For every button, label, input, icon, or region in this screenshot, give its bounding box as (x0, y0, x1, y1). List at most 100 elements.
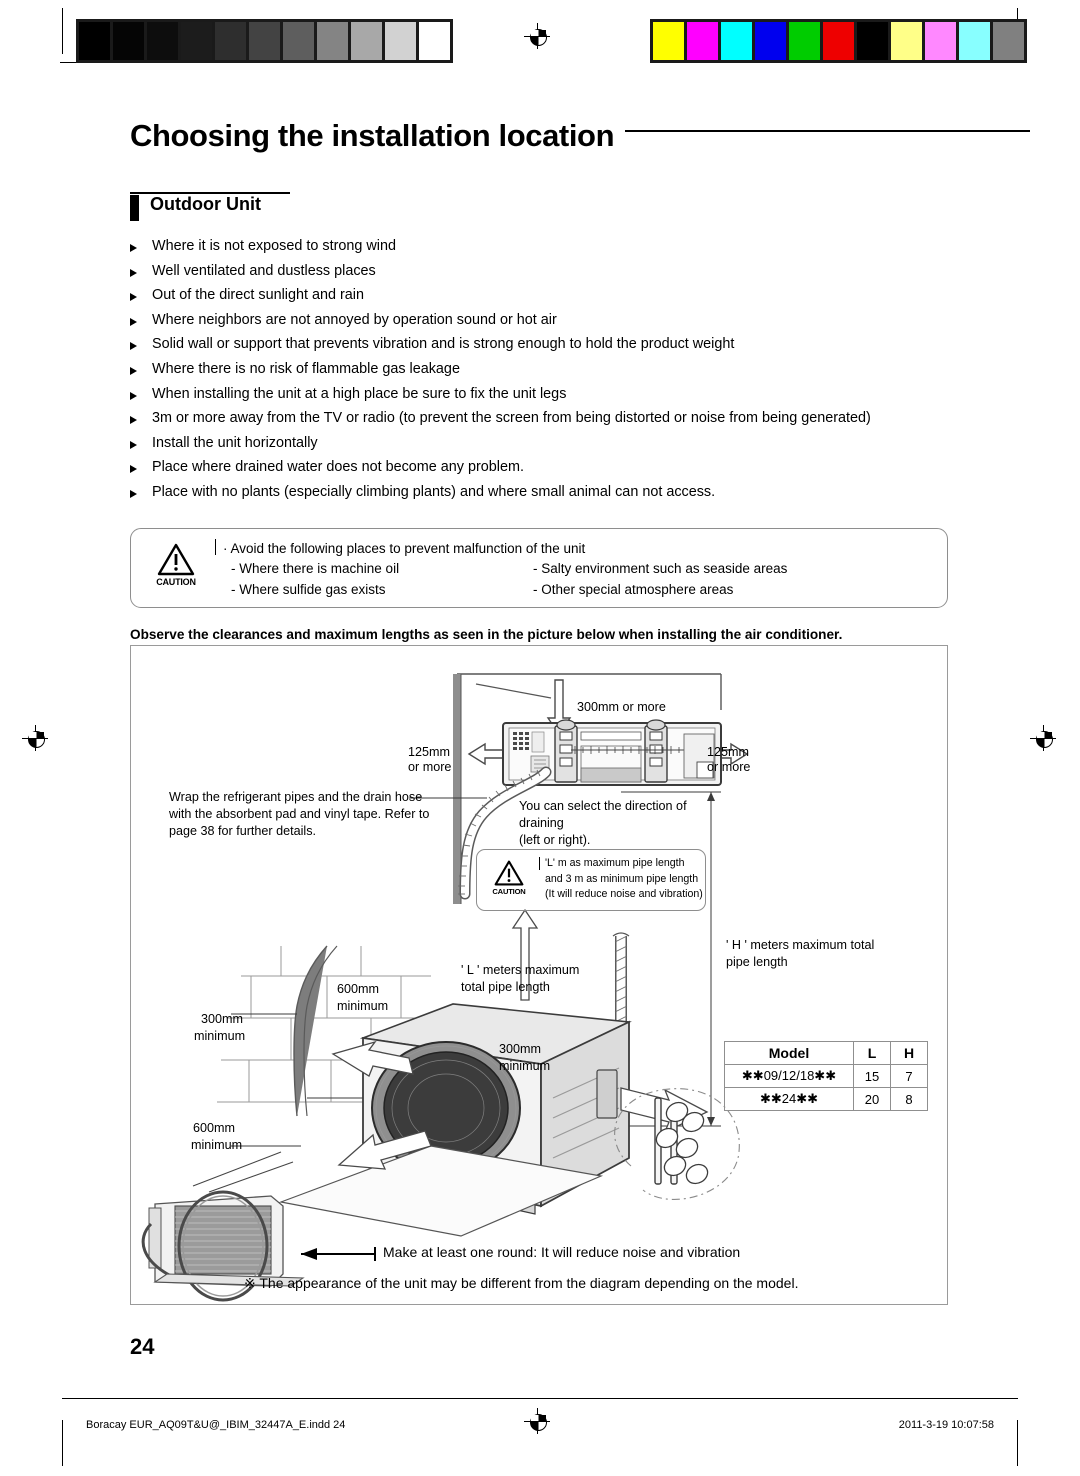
requirement-item: Place with no plants (especially climbin… (130, 484, 1010, 509)
page-title: Choosing the installation location (130, 118, 615, 153)
caution-left-2: - Where sulfide gas exists (231, 582, 386, 597)
color-swatch (687, 22, 718, 60)
color-calibration-bar (650, 19, 1027, 63)
registration-mark-top (524, 23, 550, 49)
caution-left-1: - Where there is machine oil (231, 561, 400, 576)
color-swatch (857, 22, 888, 60)
requirement-item: Where there is no risk of flammable gas … (130, 361, 1010, 386)
note-wrap-pipes-line3: page 38 for further details. (169, 824, 317, 838)
caution-right-2: - Other special atmosphere areas (533, 582, 734, 597)
label-H-pipe-length-line1: ' H ' meters maximum total (726, 938, 875, 952)
requirement-text: 3m or more away from the TV or radio (to… (152, 410, 871, 427)
table-row: ✱✱24✱✱ 20 8 (724, 1087, 928, 1111)
requirement-text: Well ventilated and dustless places (152, 262, 376, 279)
table-cell: ✱✱09/12/18✱✱ (724, 1064, 854, 1088)
label-H-pipe-length-line2: pipe length (726, 955, 788, 969)
note-wrap-pipes-line2: with the absorbent pad and vinyl tape. R… (169, 807, 430, 821)
note-appearance-disclaimer: ※ The appearance of the unit may be diff… (244, 1275, 799, 1291)
table-header-cell: Model (724, 1041, 854, 1065)
bullet-triangle-icon (130, 317, 137, 326)
registration-mark-bottom (524, 1408, 550, 1434)
table-cell: 7 (890, 1064, 928, 1088)
table-cell: ✱✱24✱✱ (724, 1087, 854, 1111)
label-clearance-left-line2: or more (408, 760, 452, 774)
color-swatch (653, 22, 684, 60)
label-600mm-top-line1: 600mm (337, 982, 379, 996)
requirement-text: Solid wall or support that prevents vibr… (152, 336, 735, 353)
table-cell: 8 (890, 1087, 928, 1111)
caution-text: · Avoid the following places to prevent … (223, 539, 787, 601)
requirement-item: 3m or more away from the TV or radio (to… (130, 410, 1010, 435)
warning-triangle-icon (157, 543, 195, 576)
label-600mm-top-line2: minimum (337, 999, 389, 1013)
note-drain-direction-line2: draining (519, 816, 564, 830)
grayscale-swatch (385, 22, 416, 60)
note-drain-direction-line1: You can select the direction of (519, 799, 687, 813)
pipe-caution-line2: and 3 m as minimum pipe length (545, 872, 699, 885)
caution-symbol: CAUTION (145, 543, 207, 587)
pipe-length-caution-box: CAUTION 'L' m as maximum pipe length and… (476, 849, 706, 911)
label-300mm-left-line1: 300mm (201, 1012, 243, 1026)
color-swatch (993, 22, 1024, 60)
bullet-triangle-icon (130, 391, 137, 400)
requirement-item: When installing the unit at a high place… (130, 386, 1010, 411)
model-specification-table: Model L H ✱✱09/12/18✱✱ 15 7 ✱✱24✱✱ 20 8 (724, 1041, 928, 1111)
requirement-text: Where there is no risk of flammable gas … (152, 360, 460, 377)
bullet-triangle-icon (130, 440, 137, 449)
requirement-item: Where neighbors are not annoyed by opera… (130, 312, 1010, 337)
caution-row-2: - Where sulfide gas exists - Other speci… (223, 580, 733, 601)
bullet-triangle-icon (130, 366, 137, 375)
label-600mm-bottom-line2: minimum (191, 1138, 243, 1152)
color-swatch (891, 22, 922, 60)
note-wrap-pipes-line1: Wrap the refrigerant pipes and the drain… (169, 790, 423, 804)
label-L-pipe-length-line2: total pipe length (461, 980, 550, 994)
registration-mark-left (22, 725, 48, 751)
section-heading-marker (130, 195, 139, 221)
observe-note: Observe the clearances and maximum lengt… (130, 627, 843, 642)
note-drain-direction-line3: (left or right). (519, 833, 591, 847)
section-heading-label: Outdoor Unit (150, 194, 261, 214)
installation-diagram: 300mm or more 125mm or more 125mm or mor… (130, 645, 948, 1305)
crop-mark-bl-v (62, 1420, 63, 1466)
note-one-round: Make at least one round: It will reduce … (383, 1244, 741, 1260)
bullet-triangle-icon (130, 342, 137, 351)
label-clearance-right-line2: or more (707, 760, 751, 774)
pipe-caution-text: 'L' m as maximum pipe length and 3 m as … (545, 856, 703, 903)
bullet-triangle-icon (130, 465, 137, 474)
title-rule (625, 130, 1030, 132)
pipe-caution-line1: 'L' m as maximum pipe length (545, 857, 685, 869)
registration-circle-top (529, 28, 547, 46)
label-300mm-left-line2: minimum (194, 1029, 246, 1043)
table-cell: 15 (853, 1064, 891, 1088)
bullet-triangle-icon (130, 293, 137, 302)
caution-divider (215, 539, 216, 555)
footer-rule (62, 1398, 1018, 1399)
page-number: 24 (130, 1334, 155, 1359)
manual-page: Choosing the installation location Outdo… (0, 0, 1080, 1476)
requirement-text: Install the unit horizontally (152, 434, 318, 451)
label-clearance-top: 300mm or more (577, 700, 666, 714)
label-300mm-right-line2: minimum (499, 1059, 551, 1073)
crop-mark-br-v (1017, 1420, 1018, 1466)
pipe-caution-line3: (It will reduce noise and vibration) (545, 888, 703, 900)
color-swatch (721, 22, 752, 60)
footer-filename: Boracay EUR_AQ09T&U@_IBIM_32447A_E.indd … (86, 1419, 346, 1431)
grayscale-swatch (249, 22, 280, 60)
warning-triangle-icon (494, 860, 524, 886)
registration-mark-right (1030, 725, 1056, 751)
bullet-triangle-icon (130, 416, 137, 425)
color-swatch (755, 22, 786, 60)
bullet-triangle-icon (130, 489, 137, 498)
registration-circle-left (27, 730, 45, 748)
requirement-text: Place with no plants (especially climbin… (152, 483, 716, 500)
label-L-pipe-length-line1: ' L ' meters maximum (461, 963, 580, 977)
grayscale-calibration-bar (76, 19, 453, 63)
caution-right-1: - Salty environment such as seaside area… (533, 561, 788, 576)
grayscale-swatch (181, 22, 212, 60)
requirement-text: When installing the unit at a high place… (152, 385, 567, 402)
label-300mm-right-line1: 300mm (499, 1042, 541, 1056)
grayscale-swatch (113, 22, 144, 60)
requirement-text: Where neighbors are not annoyed by opera… (152, 311, 557, 328)
registration-circle-right (1035, 730, 1053, 748)
table-header-row: Model L H (724, 1041, 928, 1065)
